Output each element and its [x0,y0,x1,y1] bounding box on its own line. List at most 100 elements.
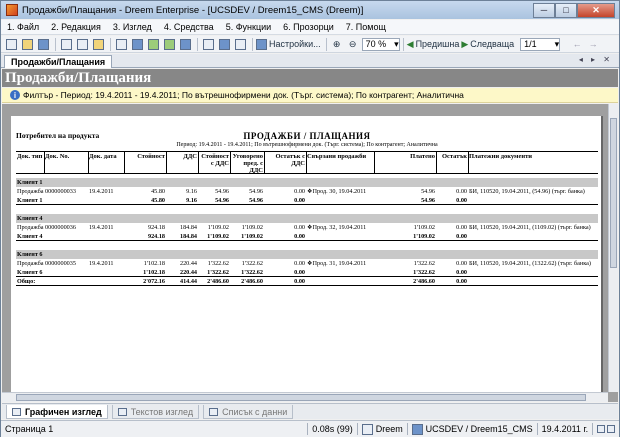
menu-windows[interactable]: 6. Прозорци [277,22,340,32]
maximize-button[interactable]: □ [555,2,577,18]
grid-view-button[interactable] [201,37,215,51]
preview-button[interactable] [130,37,144,51]
print-button[interactable] [114,37,128,51]
export-button[interactable] [146,37,160,51]
zoom-value: 70 % [365,39,387,49]
table-cell: 414.44 [179,278,197,285]
group-name: Клиент 6 [17,251,43,258]
toolbar: Настройки... ⊕ ⊖ 70 % ▾ ◀ Предишна ▶ След… [1,36,619,53]
save-button[interactable] [36,37,50,51]
table-row: Продажба 0000000035 19.4.2011 1'102.18 220.4… [16,259,598,268]
vertical-scroll-thumb[interactable] [610,118,617,268]
vertical-scrollbar[interactable] [608,104,618,392]
chart-icon [218,38,230,50]
column-header: Свързани продажби [307,153,367,160]
indicator-icon [597,425,606,433]
toolbar-separator [55,37,56,51]
horizontal-scrollbar[interactable] [2,392,608,402]
open-button[interactable] [20,37,34,51]
tab-graphic-view[interactable]: Графичен изглед [6,405,108,419]
report-viewer[interactable]: Потребител на продукта ПРОДАЖБИ / ПЛАЩАН… [2,104,618,402]
table-cell: ❖Прод. 32, 19.04.2011 [307,224,367,231]
table-cell: Клиент 6 [17,269,43,276]
table-cell: 54.96 [421,188,435,195]
paste-button[interactable] [91,37,105,51]
status-app: Dreem [358,423,407,436]
refresh-button[interactable] [162,37,176,51]
table-cell: 0.00 [456,197,467,204]
table-cell: 1'102.18 [143,269,165,276]
group-header-row: Клиент 4 [16,214,598,223]
column-header: Стойност с ДДС [201,153,229,167]
page-value: 1/1 [524,39,537,49]
tab-text-view-label: Текстов изглед [130,406,194,417]
zoom-out-button[interactable]: ⊖ [346,37,360,51]
filter-text: Филтър - Период: 19.4.2011 - 19.4.2011; … [23,90,464,100]
table-cell: 1'109.02 [413,224,435,231]
menu-view[interactable]: 3. Изглед [107,22,158,32]
menu-bar: 1. Файл 2. Редакция 3. Изглед 4. Средств… [1,20,619,35]
view-tabs: Графичен изглед Текстов изглед Списък с … [2,403,618,419]
table-cell: 54.96 [421,197,435,204]
next-page-button[interactable]: ▶ Следваща [461,37,514,51]
forward-button[interactable]: → [586,37,600,51]
copy-button[interactable] [75,37,89,51]
table-cell: Продажба [17,260,44,267]
table-cell: 0.00 [456,224,467,231]
grand-total-row: Общо: 2'072.16 414.44 2'486.60 2'486.60 0.00 2… [16,277,598,286]
table-cell: 2'486.60 [207,278,229,285]
table-cell: ❖Прод. 31, 19.04.2011 [307,260,367,267]
group-header-row: Клиент 6 [16,250,598,259]
app-logo-icon [6,4,18,16]
new-document-button[interactable] [4,37,18,51]
zoom-select[interactable]: 70 % ▾ [361,37,400,51]
previous-page-button[interactable]: ◀ Предишна [407,37,460,51]
status-db: UCSDEV / Dreem15_CMS [408,423,537,436]
chevron-down-icon: ▾ [554,38,560,49]
table-row: Продажба 0000000036 19.4.2011 924.18 184.84 1… [16,223,598,232]
table-cell: 45.80 [151,197,165,204]
chart-view-button[interactable] [217,37,231,51]
column-separator [468,152,469,173]
table-cell: 924.18 [147,233,165,240]
next-page-label: Следваща [470,39,515,49]
list-view-button[interactable] [233,37,247,51]
table-cell: 0.00 [294,233,305,240]
indicator-icon [607,425,616,433]
horizontal-scroll-thumb[interactable] [16,394,586,401]
page-select[interactable]: 1/1 ▾ [520,37,561,51]
column-header: Док. No. [45,153,70,160]
status-time: 0.08s (99) [312,424,353,434]
export-icon [147,38,159,50]
settings-button[interactable]: Настройки... [256,37,321,51]
menu-help[interactable]: 7. Помощ [340,22,392,32]
table-cell: Клиент 1 [17,197,43,204]
tab-sales-payments[interactable]: Продажби/Плащания [4,55,113,68]
data-list-icon [209,407,219,416]
table-row: Продажба 0000000033 19.4.2011 45.80 9.16 54.9… [16,187,598,196]
paste-icon [92,38,104,50]
table-cell: 54.96 [215,188,229,195]
menu-file[interactable]: 1. Файл [1,22,45,32]
minimize-button[interactable]: ─ [533,2,555,18]
cut-button[interactable] [59,37,73,51]
settings-icon [256,38,267,50]
grid-icon [202,38,214,50]
menu-functions[interactable]: 5. Функции [220,22,277,32]
column-header: Уговорено пред. с ДДС [232,153,263,174]
table-cell: 19.4.2011 [89,188,114,195]
table-cell: 0.00 [294,197,305,204]
copy-icon [76,38,88,50]
zoom-in-button[interactable]: ⊕ [330,37,344,51]
back-button[interactable]: ← [570,37,584,51]
help-button[interactable] [178,37,192,51]
arrow-right-icon: ▶ [461,38,469,49]
close-button[interactable]: ✕ [577,2,615,18]
tab-navigation[interactable]: ◂ ▸ ✕ [579,55,613,64]
column-separator [264,152,265,173]
table-cell: 2'072.16 [143,278,165,285]
menu-tools[interactable]: 4. Средства [158,22,220,32]
tab-data-list[interactable]: Списък с данни [203,405,294,419]
menu-edit[interactable]: 2. Редакция [45,22,107,32]
tab-text-view[interactable]: Текстов изглед [111,405,200,419]
